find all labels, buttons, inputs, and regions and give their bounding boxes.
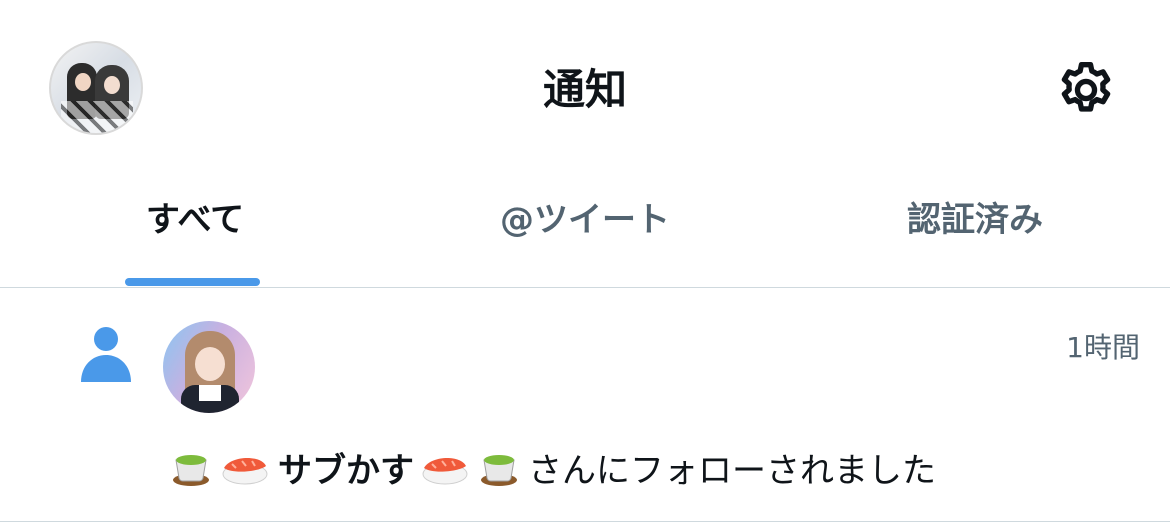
- sushi-emoji: [422, 457, 468, 485]
- sushi-emoji: [222, 457, 268, 485]
- tab-all[interactable]: すべて: [0, 180, 390, 286]
- follower-name[interactable]: サブかす: [278, 451, 414, 491]
- green-tea-emoji: [173, 455, 209, 486]
- gear-icon[interactable]: [1054, 58, 1118, 122]
- notification-divider: [0, 521, 1170, 522]
- notification-item[interactable]: 1時間 サブかす さんにフォローされました: [0, 288, 1170, 522]
- page-title: 通知: [542, 65, 627, 114]
- notification-message-suffix: さんにフォローされました: [528, 451, 936, 491]
- green-tea-emoji: [481, 455, 517, 486]
- active-tab-indicator: [125, 278, 260, 286]
- notification-tabs: すべて @ツイート 認証済み: [0, 180, 1170, 288]
- tab-verified[interactable]: 認証済み: [780, 180, 1170, 286]
- header: 通知: [0, 0, 1170, 180]
- timestamp: 1時間: [1066, 331, 1140, 364]
- person-icon: [81, 327, 131, 382]
- tab-mentions[interactable]: @ツイート: [390, 180, 780, 286]
- follower-avatar[interactable]: [163, 321, 255, 413]
- notification-text: サブかす さんにフォローされました: [170, 446, 936, 494]
